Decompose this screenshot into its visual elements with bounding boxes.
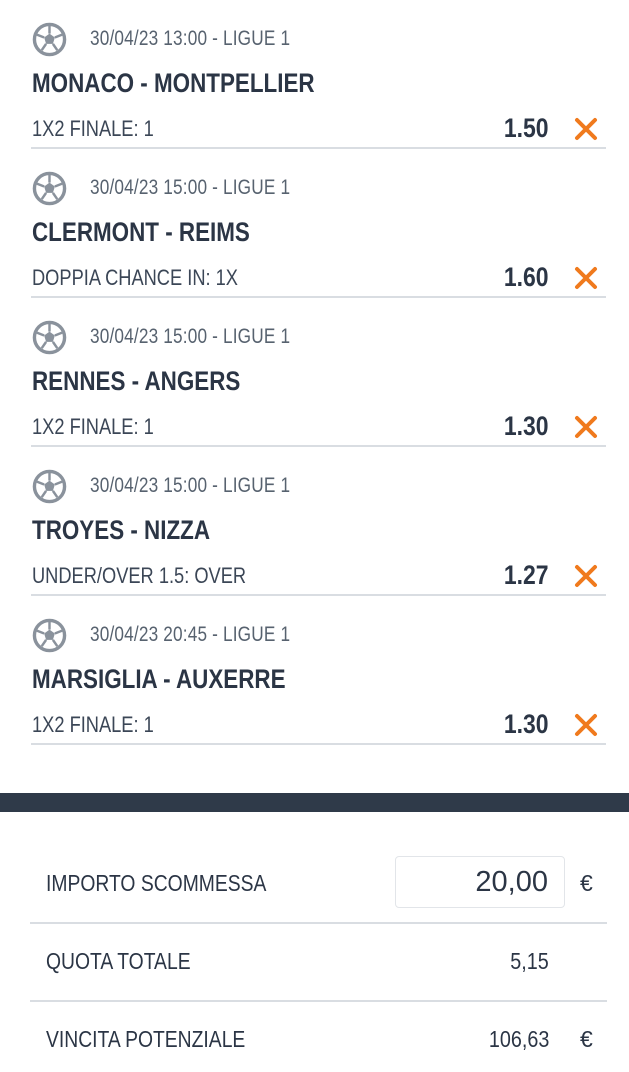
bet-slip-list: 30/04/23 13:00 - LIGUE 1 MONACO - MONTPE… — [0, 0, 629, 745]
close-x-icon[interactable] — [574, 117, 598, 141]
close-x-icon[interactable] — [574, 266, 598, 290]
potential-win-value: 106,63 — [488, 1026, 549, 1052]
bet-divider — [31, 743, 606, 745]
stake-row: IMPORTO SCOMMESSA € — [0, 812, 629, 924]
bet-event-meta: 30/04/23 15:00 - LIGUE 1 — [90, 325, 291, 348]
bet-market: DOPPIA CHANCE IN: 1X — [32, 265, 238, 290]
bet-odds: 1.30 — [504, 709, 549, 739]
potential-win-row: VINCITA POTENZIALE 106,63 € — [0, 1002, 629, 1072]
close-x-icon[interactable] — [574, 415, 598, 439]
close-x-icon[interactable] — [574, 564, 598, 588]
stake-label: IMPORTO SCOMMESSA — [46, 870, 267, 896]
bet-event-meta: 30/04/23 13:00 - LIGUE 1 — [90, 27, 291, 50]
section-divider-band — [0, 793, 629, 812]
bet-event-meta: 30/04/23 15:00 - LIGUE 1 — [90, 176, 291, 199]
soccer-ball-icon — [32, 171, 67, 206]
close-x-icon[interactable] — [574, 713, 598, 737]
stake-input[interactable] — [395, 856, 565, 908]
total-odds-label: QUOTA TOTALE — [46, 948, 191, 974]
soccer-ball-icon — [32, 618, 67, 653]
bet-teams: CLERMONT - REIMS — [32, 217, 250, 247]
bet-market: 1X2 FINALE: 1 — [32, 116, 154, 141]
bet-odds: 1.50 — [504, 113, 549, 143]
bet-odds: 1.60 — [504, 262, 549, 292]
soccer-ball-icon — [32, 320, 67, 355]
stake-currency: € — [580, 870, 593, 896]
bet-item: 30/04/23 15:00 - LIGUE 1 RENNES - ANGERS… — [0, 298, 629, 447]
bet-item: 30/04/23 15:00 - LIGUE 1 TROYES - NIZZA … — [0, 447, 629, 596]
bet-market: 1X2 FINALE: 1 — [32, 414, 154, 439]
bet-teams: MARSIGLIA - AUXERRE — [32, 664, 286, 694]
bet-teams: RENNES - ANGERS — [32, 366, 241, 396]
bet-item: 30/04/23 13:00 - LIGUE 1 MONACO - MONTPE… — [0, 0, 629, 149]
soccer-ball-icon — [32, 22, 67, 57]
soccer-ball-icon — [32, 469, 67, 504]
total-odds-row: QUOTA TOTALE 5,15 — [0, 924, 629, 1002]
bet-odds: 1.27 — [504, 560, 549, 590]
bet-item: 30/04/23 20:45 - LIGUE 1 MARSIGLIA - AUX… — [0, 596, 629, 745]
bet-odds: 1.30 — [504, 411, 549, 441]
potential-win-currency: € — [580, 1026, 593, 1052]
bet-teams: TROYES - NIZZA — [32, 515, 211, 545]
total-odds-value: 5,15 — [510, 948, 549, 974]
bet-teams: MONACO - MONTPELLIER — [32, 68, 315, 98]
bet-market: 1X2 FINALE: 1 — [32, 712, 154, 737]
potential-win-label: VINCITA POTENZIALE — [46, 1026, 246, 1052]
bet-item: 30/04/23 15:00 - LIGUE 1 CLERMONT - REIM… — [0, 149, 629, 298]
bet-event-meta: 30/04/23 15:00 - LIGUE 1 — [90, 474, 291, 497]
bet-event-meta: 30/04/23 20:45 - LIGUE 1 — [90, 623, 291, 646]
bet-market: UNDER/OVER 1.5: OVER — [32, 563, 247, 588]
